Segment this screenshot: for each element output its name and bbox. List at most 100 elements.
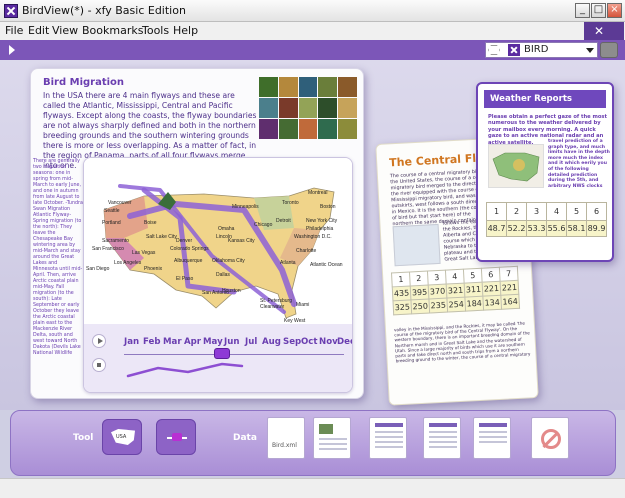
- table-cell: 221: [500, 280, 519, 296]
- timeline-track[interactable]: [124, 354, 344, 355]
- data-doc-thumb[interactable]: [313, 417, 351, 459]
- doc-header: [429, 423, 457, 427]
- usa-map-tool-button[interactable]: USA: [102, 419, 142, 455]
- menu-help[interactable]: Help: [173, 24, 198, 37]
- month-label[interactable]: Mar: [163, 337, 182, 347]
- table-cell: 4: [546, 202, 567, 221]
- table-cell: 311: [464, 282, 483, 298]
- city-label: Chicago: [254, 222, 273, 228]
- doc-line: [429, 431, 457, 433]
- menu-file[interactable]: File: [5, 24, 23, 37]
- table-cell: 2: [506, 202, 527, 221]
- ocean-label: Atlantic Ocean: [310, 262, 343, 268]
- table-cell: 1: [486, 202, 507, 221]
- window-titlebar: BirdView(*) - xfy Basic Edition _ □ ×: [0, 0, 625, 22]
- city-label: Los Angeles: [114, 260, 142, 266]
- doc-header: [479, 423, 507, 427]
- city-label: Atlanta: [280, 260, 296, 266]
- usa-map[interactable]: Vancouver Seattle Portland Boise Sacrame…: [84, 158, 353, 324]
- city-label: San Antonio: [202, 290, 229, 296]
- city-label: San Diego: [86, 266, 110, 272]
- timeline-thumb[interactable]: [214, 348, 230, 359]
- table-cell: 5: [566, 202, 587, 221]
- table-cell: 435: [392, 285, 411, 301]
- month-label[interactable]: Aug: [262, 337, 281, 347]
- data-doc-thumb[interactable]: [369, 417, 407, 459]
- card-title: Bird Migration: [43, 77, 125, 88]
- table-cell: 2: [409, 271, 429, 286]
- go-button[interactable]: [600, 42, 618, 58]
- prohibit-icon: [541, 429, 561, 449]
- menu-tools[interactable]: Tools: [142, 24, 169, 37]
- month-label[interactable]: Dec: [337, 337, 352, 347]
- window-title: BirdView(*) - xfy Basic Edition: [22, 4, 186, 17]
- month-label[interactable]: Jun: [224, 337, 239, 347]
- migration-side-text: There are generally two migration season…: [33, 159, 83, 356]
- month-label[interactable]: Sep: [283, 337, 301, 347]
- doc-line: [375, 441, 403, 443]
- table-cell: 89.9: [586, 220, 607, 237]
- menu-edit[interactable]: Edit: [28, 24, 49, 37]
- timeline-slider-area: Jan Feb Mar Apr May Jun Jul Aug Sep Oct …: [84, 324, 352, 392]
- table-cell: 53.3: [526, 220, 547, 237]
- weather-reports-card[interactable]: Weather Reports Please obtain a perfect …: [476, 82, 614, 262]
- card-title: Weather Reports: [490, 94, 573, 104]
- play-icon[interactable]: [92, 334, 106, 348]
- doc-line: [375, 436, 403, 438]
- weather-data-table: 1 2 3 4 5 6 48.7 52.2 53.3 55.6 58.1 89.…: [486, 202, 607, 237]
- sidebar-toggle-icon[interactable]: [9, 45, 15, 55]
- weather-map: [488, 144, 544, 188]
- month-label[interactable]: Oct: [301, 337, 318, 347]
- table-cell: 221: [482, 281, 501, 297]
- bird-migration-card[interactable]: Bird Migration In the USA there are 4 ma…: [30, 68, 364, 399]
- table-cell: 5: [463, 268, 483, 284]
- location-combo[interactable]: BIRD: [485, 42, 598, 58]
- minimize-button[interactable]: _: [575, 3, 590, 18]
- table-cell: 48.7: [486, 220, 507, 237]
- table-cell: 4: [445, 269, 465, 285]
- maximize-button[interactable]: □: [591, 3, 606, 18]
- data-doc-thumb[interactable]: [423, 417, 461, 459]
- hexagon-icon: [488, 45, 500, 55]
- month-label[interactable]: Apr: [184, 337, 201, 347]
- month-label[interactable]: Jul: [245, 337, 257, 347]
- flyway-data-table: 1 2 3 4 5 6 7 435 395 370 321 311 221 22…: [391, 266, 520, 316]
- city-label: Minneapolis: [232, 204, 259, 210]
- city-label: Charlotte: [296, 248, 317, 254]
- month-label[interactable]: Feb: [143, 337, 161, 347]
- city-label: Oklahoma City: [212, 258, 245, 264]
- table-cell: 250: [410, 299, 430, 314]
- doc-line: [429, 436, 457, 438]
- menu-bookmarks[interactable]: Bookmarks: [82, 24, 143, 37]
- city-label: Lincoln: [216, 234, 232, 240]
- table-cell: 370: [428, 284, 447, 300]
- doc-image: [319, 424, 333, 434]
- city-label: Las Vegas: [132, 250, 156, 256]
- city-label: Portland: [102, 220, 121, 226]
- slider-tool-button[interactable]: [156, 419, 196, 455]
- map-panel: Vancouver Seattle Portland Boise Sacrame…: [83, 157, 353, 393]
- menu-view[interactable]: View: [52, 24, 78, 37]
- table-cell: 58.1: [566, 220, 587, 237]
- table-cell: 7: [499, 266, 519, 282]
- table-cell: 134: [482, 295, 502, 311]
- doc-line: [319, 438, 347, 440]
- stop-icon[interactable]: [92, 358, 106, 372]
- remove-data-button[interactable]: [531, 417, 569, 459]
- bird-xml-data[interactable]: Bird.xml: [267, 417, 305, 459]
- city-label: Detroit: [276, 218, 291, 224]
- doc-line: [319, 443, 347, 445]
- data-doc-thumb[interactable]: [473, 417, 511, 459]
- city-label: Kansas City: [228, 238, 255, 244]
- data-label: Data: [233, 433, 257, 443]
- migration-curve: [126, 362, 244, 378]
- month-label[interactable]: Jan: [124, 337, 139, 347]
- close-button[interactable]: ×: [607, 3, 622, 18]
- doc-line: [429, 446, 457, 448]
- month-label[interactable]: May: [203, 337, 223, 347]
- city-label: Toronto: [282, 200, 299, 206]
- doc-line: [479, 431, 507, 433]
- chevron-down-icon[interactable]: [586, 48, 594, 53]
- month-label[interactable]: Nov: [319, 337, 338, 347]
- doc-header: [375, 423, 403, 427]
